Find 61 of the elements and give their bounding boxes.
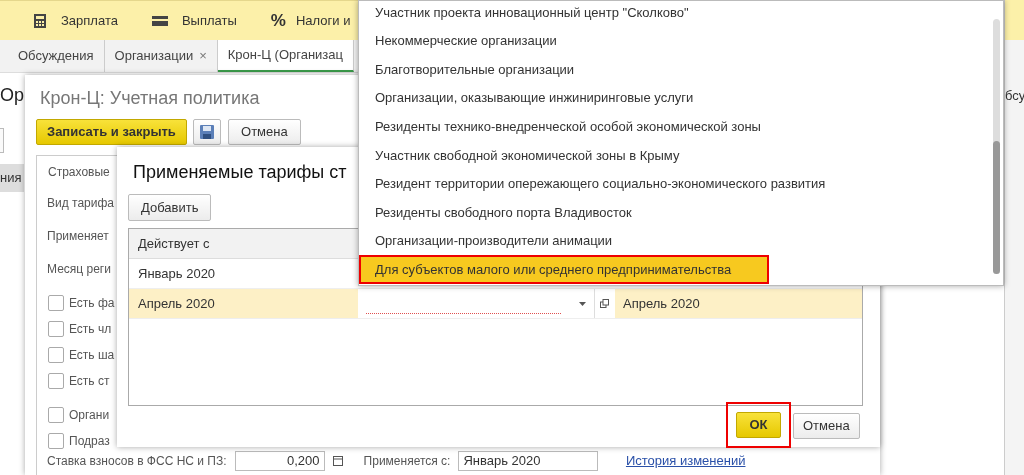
close-icon[interactable]: × <box>199 46 207 66</box>
checkbox-label: Есть ст <box>69 373 110 390</box>
list-item[interactable]: Для субъектов малого или среднего предпринимательства <box>359 255 769 284</box>
menu-item[interactable]: Выплаты <box>151 10 237 31</box>
list-item[interactable]: Некоммерческие организации <box>359 26 992 56</box>
table-cell-text: Апрель 2020 <box>137 294 216 313</box>
panel-header <box>1005 0 1024 40</box>
ok-button[interactable]: ОК <box>736 412 781 438</box>
save-close-button[interactable]: Записать и закрыть <box>36 119 187 145</box>
checkbox-label: Есть ша <box>69 347 115 364</box>
tab[interactable]: Страховые <box>48 165 110 179</box>
list-item[interactable]: Резидент территории опережающего социально-экономического развития <box>359 169 992 199</box>
open-icon <box>600 299 609 308</box>
table-cell-text: Апрель 2020 <box>622 294 700 313</box>
add-button[interactable]: Добавить <box>128 194 212 221</box>
wallet-icon <box>151 14 168 27</box>
list-item[interactable]: Участник проекта инновационный центр "Сколково" <box>359 0 992 27</box>
scrollbar-thumb[interactable] <box>993 141 1000 274</box>
floppy-icon <box>200 125 215 139</box>
save-button[interactable] <box>193 119 222 145</box>
dialog-title: Применяемые тарифы ст <box>133 162 347 182</box>
list-item[interactable]: Резиденты свободного порта Владивосток <box>359 198 992 227</box>
list-item[interactable]: Участник свободной экономической зоны в Крыму <box>359 140 992 170</box>
checkbox-label: Подраз <box>69 433 110 450</box>
checkbox[interactable] <box>48 347 64 363</box>
page-heading: Ор <box>0 85 24 105</box>
calendar-icon <box>332 456 343 466</box>
checkbox-label: Органи <box>69 407 110 424</box>
field-label: Месяц реги <box>47 261 112 278</box>
list-item[interactable]: Резиденты технико-внедренческой особой экономической зоны <box>359 112 992 141</box>
history-link[interactable]: История изменений <box>625 452 746 470</box>
tab[interactable]: Крон-Ц (Организац <box>217 40 354 72</box>
field-label: Применяется с: <box>363 453 451 470</box>
table-cell-text: Январь 2020 <box>137 264 217 283</box>
column-header: Действует с <box>137 234 211 253</box>
checkbox[interactable] <box>48 295 64 311</box>
list-item[interactable]: Организации, оказывающие инжиниринговые услуги <box>359 83 992 113</box>
menu-item[interactable]: Зарплата <box>33 10 118 31</box>
checkbox[interactable] <box>48 407 64 423</box>
cancel-button[interactable]: Отмена <box>793 413 860 439</box>
checkbox-label: Есть фа <box>69 295 115 312</box>
calculator-icon <box>33 12 47 29</box>
field-label: Вид тарифа <box>47 195 114 212</box>
menu-item[interactable]: % Налоги и <box>270 7 351 34</box>
checkbox[interactable] <box>48 321 64 337</box>
field-label: Применяет <box>47 228 110 245</box>
scrollbar[interactable] <box>993 19 1000 274</box>
percent-icon: % <box>270 7 286 34</box>
checkbox[interactable] <box>48 433 64 449</box>
date-field[interactable]: Январь 2020 <box>458 451 599 471</box>
table-row[interactable]: Апрель 2020 Апрель 2020 <box>129 289 862 319</box>
checkbox[interactable] <box>48 373 64 389</box>
rate-field[interactable]: 0,200 <box>234 451 325 471</box>
field-label: Ставка взносов в ФСС НС и ПЗ: <box>47 453 227 470</box>
checkbox-label: Есть чл <box>69 321 112 338</box>
list-item[interactable]: Благотворительные организации <box>359 55 992 84</box>
caret-icon <box>578 301 586 306</box>
list-item[interactable]: Организации-производители анимации <box>359 226 992 256</box>
combo-field[interactable] <box>358 289 615 318</box>
cancel-button[interactable]: Отмена <box>227 119 301 145</box>
window-title: Крон-Ц: Учетная политика <box>40 88 260 108</box>
